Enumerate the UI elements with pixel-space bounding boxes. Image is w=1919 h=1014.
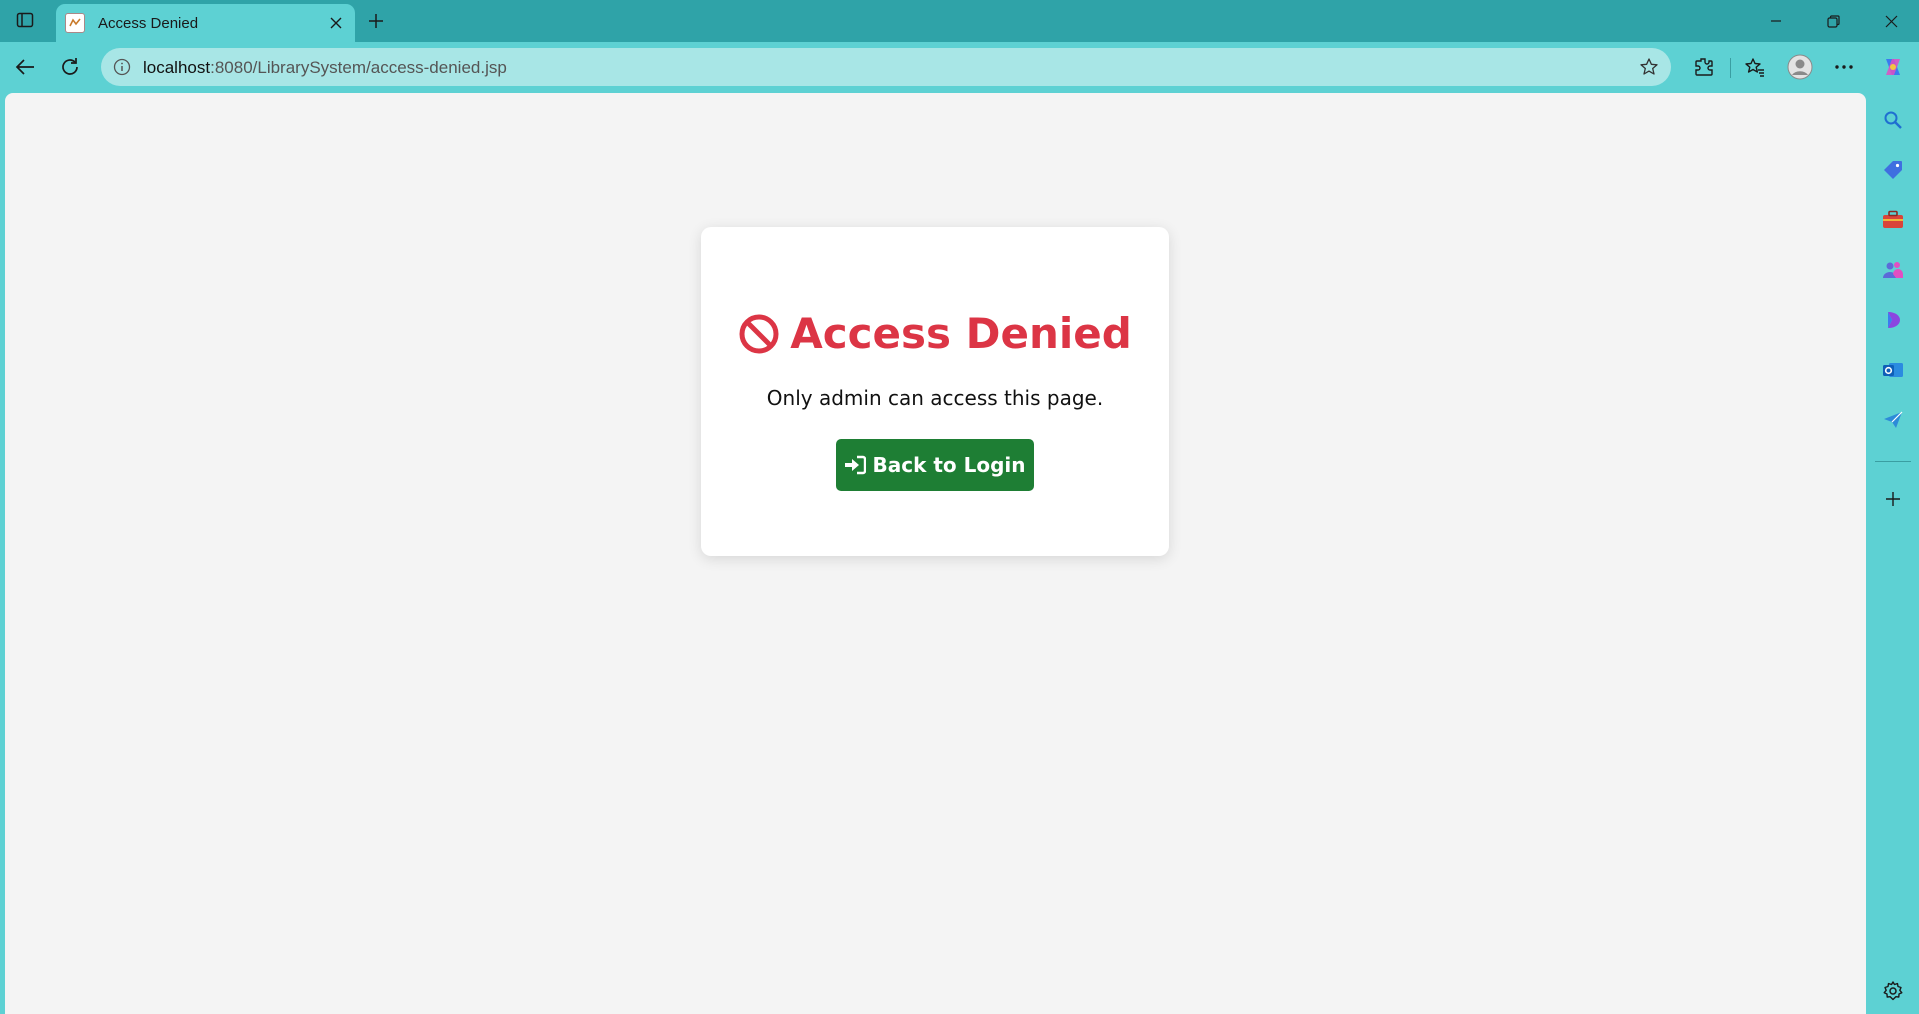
new-tab-icon[interactable] — [363, 8, 389, 34]
tab-actions-icon[interactable] — [14, 9, 36, 31]
back-to-login-button[interactable]: Back to Login — [836, 439, 1034, 491]
briefcase-icon[interactable] — [1879, 206, 1907, 234]
page-title-row: Access Denied — [701, 309, 1169, 359]
site-info-icon[interactable] — [111, 56, 133, 78]
tomcat-favicon-icon — [65, 13, 85, 33]
address-bar[interactable]: localhost:8080/LibrarySystem/access-deni… — [101, 48, 1671, 86]
access-message: Only admin can access this page. — [766, 386, 1104, 410]
people-icon[interactable] — [1879, 256, 1907, 284]
back-to-login-label: Back to Login — [872, 453, 1026, 477]
tag-icon[interactable] — [1879, 156, 1907, 184]
sign-in-icon — [845, 455, 867, 475]
favorites-icon[interactable] — [1739, 51, 1771, 83]
page-title: Access Denied — [790, 309, 1132, 358]
ban-icon — [739, 314, 779, 354]
search-icon[interactable] — [1879, 106, 1907, 134]
sidebar-separator — [1875, 461, 1911, 462]
extensions-icon[interactable] — [1688, 51, 1720, 83]
minimize-icon[interactable] — [1753, 6, 1799, 36]
url-text[interactable]: localhost:8080/LibrarySystem/access-deni… — [143, 58, 507, 78]
access-denied-card: Access Denied Only admin can access this… — [701, 227, 1169, 556]
favorite-star-icon[interactable] — [1637, 55, 1661, 79]
profile-avatar-icon[interactable] — [1784, 51, 1816, 83]
back-arrow-icon[interactable] — [9, 51, 41, 83]
copilot-sidebar-icon[interactable] — [1879, 306, 1907, 334]
page-viewport: Access Denied Only admin can access this… — [5, 93, 1866, 1014]
add-icon[interactable] — [1879, 485, 1907, 513]
settings-icon[interactable] — [1879, 977, 1907, 1005]
toolbar-separator — [1730, 58, 1731, 78]
send-icon[interactable] — [1879, 406, 1907, 434]
copilot-icon[interactable] — [1877, 51, 1909, 83]
edge-sidebar — [1866, 92, 1919, 1014]
more-options-icon[interactable] — [1828, 51, 1860, 83]
close-window-icon[interactable] — [1868, 6, 1914, 36]
url-path: :8080/LibrarySystem/access-denied.jsp — [210, 58, 507, 77]
restore-icon[interactable] — [1810, 6, 1856, 36]
tab-close-icon[interactable] — [323, 10, 349, 36]
browser-title-bar: Access Denied — [0, 0, 1919, 42]
url-host: localhost — [143, 58, 211, 77]
outlook-icon[interactable] — [1879, 356, 1907, 384]
refresh-icon[interactable] — [54, 51, 86, 83]
browser-tab[interactable]: Access Denied — [56, 4, 355, 42]
browser-toolbar: localhost:8080/LibrarySystem/access-deni… — [0, 42, 1919, 92]
tab-title: Access Denied — [98, 14, 199, 32]
